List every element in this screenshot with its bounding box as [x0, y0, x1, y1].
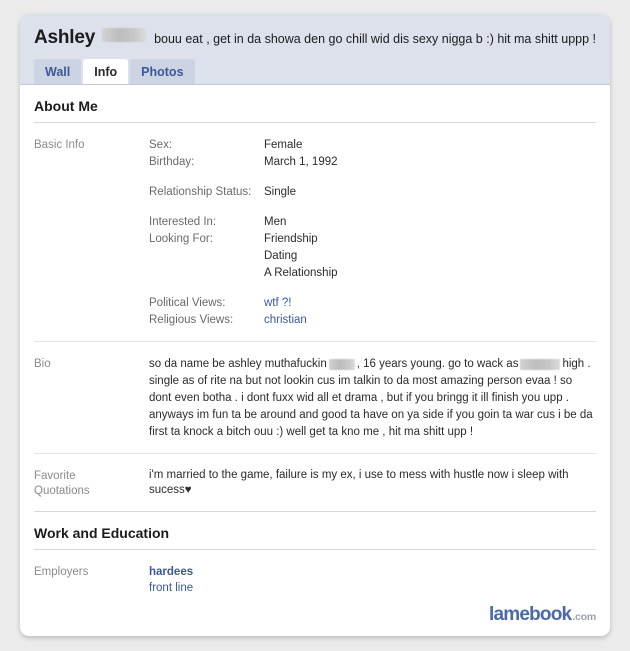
field-key-interested-in: Interested In: — [149, 216, 217, 228]
field-sex: Sex: Female — [149, 137, 596, 154]
field-key-sex: Sex: — [149, 139, 173, 151]
row-label-basic-info: Basic Info — [34, 139, 85, 151]
screenshot-root: Ashley bouu eat , get in da showa den go… — [0, 0, 630, 651]
field-key-looking-for: Looking For: — [149, 233, 213, 245]
field-value-religious-views[interactable]: christian — [264, 312, 307, 329]
field-gap-2 — [149, 201, 596, 214]
looking-for-item-friendship: Friendship — [264, 233, 318, 245]
row-employers: Employers hardees front line — [34, 550, 596, 608]
field-value-looking-for: Friendship Dating A Relationship — [264, 231, 338, 282]
row-basic-info: Basic Info Sex: Female Birthday: March 1… — [34, 123, 596, 341]
status-update-row: Ashley bouu eat , get in da showa den go… — [34, 14, 596, 49]
field-key-birthday: Birthday: — [149, 156, 195, 168]
row-favorite-quotations: Favorite Quotations i'm married to the g… — [34, 453, 596, 511]
row-label-bio: Bio — [34, 358, 51, 370]
row-label-favorite-quotations-line-1: Favorite — [34, 470, 76, 482]
redaction-block-bio-name — [328, 359, 355, 371]
profile-card: Ashley bouu eat , get in da showa den go… — [20, 14, 610, 636]
field-value-sex: Female — [264, 139, 303, 151]
watermark-brand: lamebook — [488, 604, 572, 625]
field-value-birthday: March 1, 1992 — [264, 156, 338, 168]
status-update-text: bouu eat , get in da showa den go chill … — [154, 32, 596, 46]
employer-role-link[interactable]: front line — [149, 580, 596, 596]
bio-text-part-2: , 16 years young. go to wack as — [356, 358, 519, 370]
field-birthday: Birthday: March 1, 1992 — [149, 154, 596, 171]
field-value-interested-in: Men — [264, 216, 287, 228]
tab-info[interactable]: Info — [83, 59, 129, 84]
profile-body: About Me Basic Info Sex: Female Birthday… — [20, 85, 610, 608]
section-heading-work-and-education: Work and Education — [34, 511, 596, 550]
field-religious-views: Religious Views: christian — [149, 312, 596, 329]
row-value-favorite-quotations: i'm married to the game, failure is my e… — [149, 469, 569, 496]
watermark-tld: .com — [572, 611, 596, 623]
field-political-views: Political Views: wtf ?! — [149, 295, 596, 312]
tab-wall[interactable]: Wall — [34, 59, 82, 84]
row-label-favorite-quotations: Favorite Quotations — [34, 468, 149, 499]
bio-text: so da name be ashley muthafuckin , 16 yea… — [149, 356, 596, 441]
row-value-employers: hardees front line — [149, 564, 596, 596]
looking-for-item-relationship: A Relationship — [264, 267, 338, 279]
tab-photos[interactable]: Photos — [130, 59, 195, 84]
redaction-block-lastname — [102, 28, 147, 42]
row-value-bio: so da name be ashley muthafuckin , 16 yea… — [149, 356, 596, 441]
field-interested-in: Interested In: Men — [149, 214, 596, 231]
field-key-relationship-status: Relationship Status: — [149, 186, 252, 198]
redaction-block-bio-school — [520, 359, 561, 371]
field-value-relationship-status: Single — [264, 186, 296, 198]
profile-header: Ashley bouu eat , get in da showa den go… — [20, 14, 610, 85]
field-key-religious-views: Religious Views: — [149, 314, 234, 326]
field-looking-for: Looking For: Friendship Dating A Relatio… — [149, 231, 596, 282]
row-label-employers: Employers — [34, 566, 89, 578]
profile-tabs: Wall Info Photos — [34, 59, 197, 84]
bio-text-part-1: so da name be ashley muthafuckin — [149, 358, 327, 370]
field-relationship-status: Relationship Status: Single — [149, 184, 596, 201]
section-heading-about-me: About Me — [34, 85, 596, 123]
lamebook-watermark: lamebook .com — [489, 604, 596, 626]
field-value-political-views[interactable]: wtf ?! — [264, 295, 291, 312]
looking-for-item-dating: Dating — [264, 250, 298, 262]
employer-name-link[interactable]: hardees — [149, 564, 596, 580]
row-value-basic-info: Sex: Female Birthday: March 1, 1992 Rela… — [149, 137, 596, 329]
row-bio: Bio so da name be ashley muthafuckin , 16… — [34, 341, 596, 453]
row-label-favorite-quotations-line-2: Quotations — [34, 485, 90, 497]
field-gap-3 — [149, 282, 596, 295]
page-title: Ashley — [34, 27, 96, 48]
field-key-political-views: Political Views: — [149, 297, 226, 309]
field-gap-1 — [149, 171, 596, 184]
